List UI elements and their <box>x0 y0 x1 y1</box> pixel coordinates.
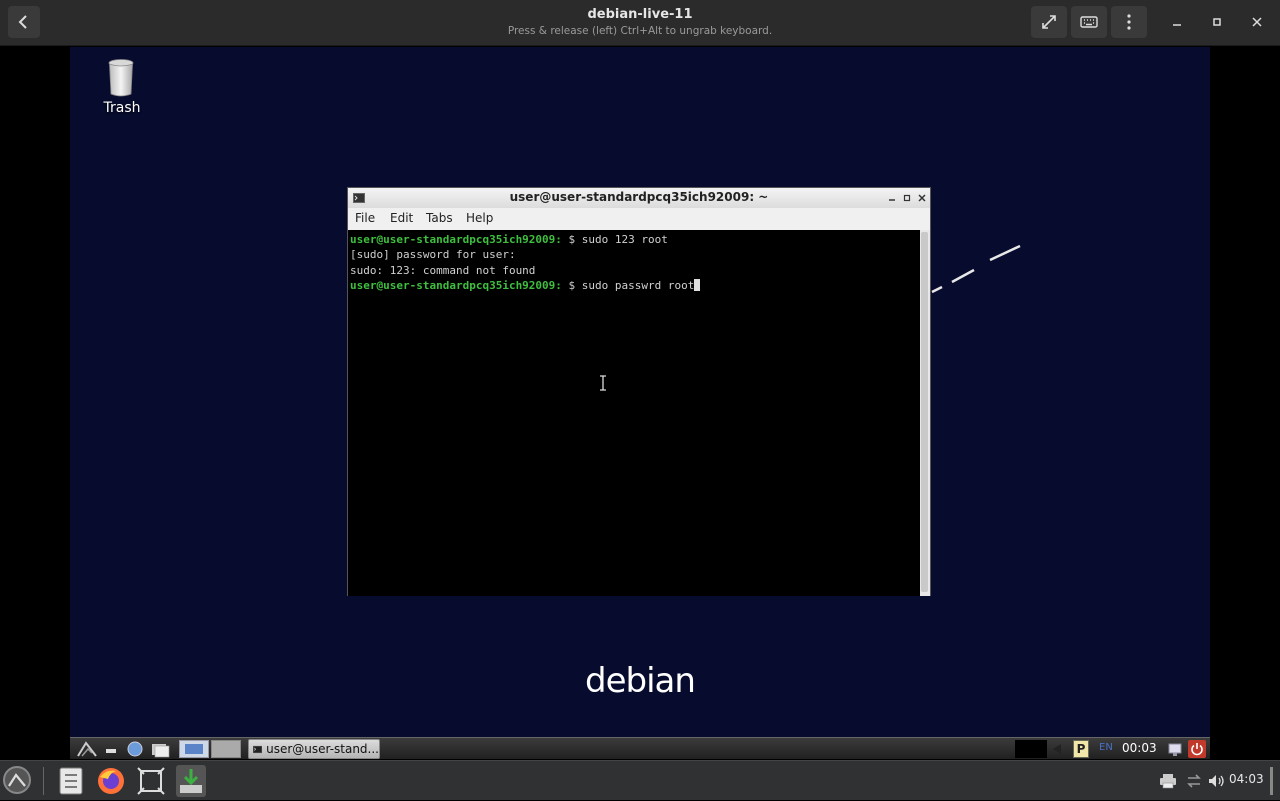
terminal-command: $ sudo 123 root <box>561 233 668 246</box>
printer-icon[interactable] <box>1159 773 1177 789</box>
host-clock[interactable]: 04:03 <box>1229 772 1264 786</box>
dock-item-remote-viewer[interactable] <box>136 765 166 797</box>
virtual-machine-icon <box>137 767 165 795</box>
host-dock: 04:03 <box>0 760 1280 800</box>
close-icon <box>1252 17 1262 27</box>
more-button[interactable] <box>1111 6 1147 38</box>
taskbar-terminal-button[interactable]: user@user-stand... <box>248 739 380 759</box>
terminal-menubar: File Edit Tabs Help <box>348 208 930 231</box>
workspace-2[interactable] <box>211 740 241 758</box>
download-installer-icon <box>180 769 202 793</box>
logout-button[interactable] <box>1188 740 1206 758</box>
firefox-icon <box>98 768 124 794</box>
background-swirl <box>931 244 1021 294</box>
dock-item-installer[interactable] <box>176 765 206 797</box>
trash-label[interactable]: Trash <box>92 100 152 116</box>
guest-desktop: Trash user@user-standardpcq35ich92009: ~… <box>70 47 1210 759</box>
terminal-line: sudo: 123: command not found <box>350 263 536 277</box>
minimize-icon <box>1173 24 1181 26</box>
trash-icon[interactable] <box>108 59 134 97</box>
volume-icon[interactable] <box>1207 773 1225 789</box>
keyboard-layout-indicator[interactable]: EN <box>1099 742 1113 753</box>
maximize-button[interactable] <box>1205 10 1229 34</box>
menu-edit[interactable]: Edit <box>390 211 413 225</box>
terminal-window[interactable]: user@user-standardpcq35ich92009: ~ File … <box>347 187 931 596</box>
file-manager-icon[interactable] <box>150 740 170 758</box>
close-button[interactable] <box>1245 10 1269 34</box>
terminal-output[interactable]: user@user-standardpcq35ich92009: $ sudo … <box>348 230 920 596</box>
fullscreen-icon <box>1042 15 1056 29</box>
terminal-line: [sudo] password for user: <box>350 248 516 262</box>
terminal-scrollbar[interactable] <box>920 230 930 596</box>
guest-clock[interactable]: 00:03 <box>1122 741 1157 755</box>
web-browser-icon[interactable] <box>126 740 144 758</box>
menu-help[interactable]: Help <box>466 211 493 225</box>
clipboard-manager-icon[interactable]: P <box>1073 740 1089 758</box>
minimize-button[interactable] <box>1165 10 1189 34</box>
taskbar-terminal-label: user@user-stand... <box>266 742 379 756</box>
terminal-maximize-icon[interactable] <box>903 194 911 202</box>
terminal-line: user@user-standardpcq35ich92009: $ sudo … <box>350 232 918 247</box>
debian-logo: debian <box>585 661 696 701</box>
terminal-title: user@user-standardpcq35ich92009: ~ <box>509 190 769 204</box>
terminal-close-icon[interactable] <box>918 194 926 202</box>
terminal-titlebar[interactable]: user@user-standardpcq35ich92009: ~ <box>348 188 930 208</box>
ibeam-cursor-icon <box>600 375 606 391</box>
dock-separator <box>43 767 44 795</box>
guest-taskbar: user@user-stand... P EN 00:03 <box>70 737 1210 759</box>
minimize-all-icon[interactable] <box>104 740 118 758</box>
keyboard-button[interactable] <box>1071 6 1107 38</box>
network-icon[interactable] <box>1185 773 1203 789</box>
menu-file[interactable]: File <box>355 211 375 225</box>
lxde-menu-icon[interactable] <box>76 740 98 758</box>
terminal-scroll-thumb[interactable] <box>921 232 928 592</box>
dock-item-firefox[interactable] <box>96 765 126 797</box>
screen-lock-icon[interactable] <box>1167 740 1183 758</box>
file-cabinet-icon <box>59 767 83 795</box>
keyboard-icon <box>1080 16 1098 28</box>
terminal-minimize-icon[interactable] <box>888 194 896 202</box>
terminal-prompt: user@user-standardpcq35ich92009: <box>350 278 562 292</box>
terminal-app-icon <box>253 745 263 753</box>
fullscreen-button[interactable] <box>1031 6 1067 38</box>
menu-tabs[interactable]: Tabs <box>426 211 453 225</box>
more-vert-icon <box>1127 14 1131 30</box>
host-apps-menu-button[interactable] <box>3 766 31 794</box>
arrow-left-icon[interactable] <box>1050 740 1064 758</box>
terminal-prompt: user@user-standardpcq35ich92009: <box>350 233 562 246</box>
terminal-command: $ sudo passwrd root <box>561 278 695 292</box>
mountain-logo-icon <box>8 773 26 787</box>
cpu-monitor <box>1015 740 1047 758</box>
workspace-1[interactable] <box>179 740 209 758</box>
show-desktop-strip[interactable] <box>1270 767 1273 795</box>
terminal-line: user@user-standardpcq35ich92009: $ sudo … <box>350 278 918 293</box>
viewer-header: debian-live-11 Press & release (left) Ct… <box>0 0 1280 46</box>
power-icon <box>1191 743 1203 756</box>
maximize-icon <box>1213 18 1221 26</box>
terminal-cursor <box>694 278 701 291</box>
dock-item-files[interactable] <box>57 765 85 797</box>
